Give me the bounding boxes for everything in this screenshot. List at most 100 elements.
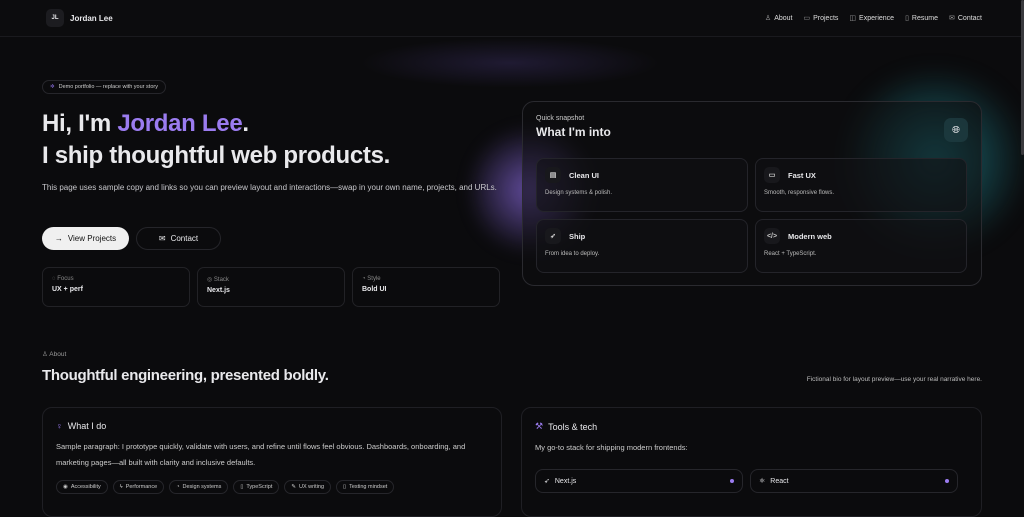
tool-label: Next.js [554,477,577,485]
view-projects-button[interactable]: → View Projects [42,227,129,250]
tag-ux-writing: ✎ UX writing [284,480,332,494]
status-dot [730,479,734,483]
tag-accessibility: ◉ Accessibility [56,480,108,494]
nav-experience[interactable]: ◫ Experience [849,14,894,22]
item-title: Ship [569,231,586,241]
nav-resume[interactable]: ▯ Resume [905,14,938,22]
contact-button[interactable]: ✉ Contact [136,227,221,250]
user-icon: ♙ [764,15,772,22]
tag-testing: ▯ Testing mindset [336,480,395,494]
card-title: Tools & tech [548,421,598,432]
flask-icon: ▯ [343,484,347,490]
snapshot-card: Quick snapshot What I'm into 🌐︎ ▤ Clean U… [522,101,982,286]
background-glow [360,38,660,88]
file-icon: ▯ [905,15,909,22]
snapshot-title: What I'm into [536,125,611,139]
card-text: My go-to stack for shipping modern front… [535,443,688,452]
lightbulb-icon: ♀ [56,421,63,431]
stat-style: ◔ Style Bold UI [352,267,500,307]
status-dot [945,479,949,483]
bolt-icon: ϟ [119,484,123,490]
card-title: What I do [67,421,107,431]
pill-text: Demo portfolio — replace with your story [58,84,158,90]
item-title: Modern web [788,231,832,241]
rocket-icon: ➶ [545,228,561,244]
eye-icon: ◉ [63,484,68,490]
about-heading: Thoughtful engineering, presented boldly… [42,367,329,384]
layers-icon: ◎ [207,277,214,283]
item-desc: Smooth, responsive flows. [764,190,835,196]
item-title: Fast UX [788,170,816,180]
hero-lead: This page uses sample copy and links so … [42,183,497,192]
card-text: Sample paragraph: I prototype quickly, v… [56,442,466,467]
greeting: Hi, I'm [42,110,118,137]
tag-performance: ϟ Performance [112,480,165,494]
stat-label: Style [367,276,381,282]
stat-label: Stack [213,277,229,283]
palette-icon: ◔ [176,484,180,490]
nav-projects[interactable]: ▭ Projects [803,14,838,22]
stat-value: Bold UI [362,286,387,293]
tag-label: Design systems [182,484,222,490]
code-icon: </> [764,228,780,244]
briefcase-icon: ◫ [849,15,857,22]
stat-value: Next.js [207,287,230,294]
nav-about[interactable]: ♙ About [765,14,793,22]
tag-label: Performance [125,484,158,490]
mail-icon: ✉ [949,15,955,22]
tool-label: React [770,477,789,485]
folder-icon: ▭ [803,15,811,22]
nav-label: Contact [957,15,982,22]
tool-nextjs: ➶ Next.js [535,469,743,493]
tool-react: ⚛ React [750,469,958,493]
nav-label: About [774,15,793,22]
arrow-right-icon: → [54,234,63,243]
top-nav: JL Jordan Lee ♙ About ▭ Projects ◫ Experien… [0,0,1024,37]
tag-label: TypeScript [246,484,273,490]
nav-label: Resume [911,15,938,22]
wrench-icon: ⚒ [535,421,544,431]
snapshot-subtitle: Quick snapshot [536,115,585,122]
nav-contact[interactable]: ✉ Contact [949,14,982,22]
tag-design-systems: ◔ Design systems [169,480,229,494]
file-code-icon: ▯ [240,484,244,490]
rocket-icon: ➶ [544,478,550,485]
tools-card: ⚒ Tools & tech My go-to stack for shippin… [521,407,982,517]
snapshot-item: ➶ Ship From idea to deploy. [536,219,748,273]
document-icon: ▤ [545,167,561,183]
about-bio: Fictional bio for layout preview—use you… [806,376,982,383]
what-i-do-card: ♀ What I do Sample paragraph: I prototype… [42,407,502,517]
item-desc: From idea to deploy. [545,251,600,257]
atom-icon: ⚛ [759,478,766,485]
pen-icon: ✎ [291,484,296,490]
section-label: ♙ About [42,350,66,358]
nav-label: Projects [813,15,839,22]
stat-value: UX + perf [52,286,83,293]
tag-label: Accessibility [70,484,101,490]
stat-focus: ◌ Focus UX + perf [42,267,190,307]
snapshot-item: ▭ Fast UX Smooth, responsive flows. [755,158,967,212]
mail-icon: ✉ [158,234,166,243]
section-label-text: About [49,351,67,358]
globe-icon[interactable]: 🌐︎ [944,118,968,142]
button-label: View Projects [67,234,117,243]
item-title: Clean UI [569,170,600,180]
hero-heading: Hi, I'm Jordan Lee. I ship thoughtful web… [42,108,390,172]
stat-stack: ◎ Stack Next.js [197,267,345,307]
item-desc: React + TypeScript. [764,251,817,257]
button-label: Contact [170,234,199,243]
period: . [242,110,249,137]
brand-name[interactable]: Jordan Lee [70,14,113,23]
item-desc: Design systems & polish. [545,190,613,196]
nav-label: Experience [859,15,895,22]
hero-name: Jordan Lee [117,110,243,137]
tag-typescript: ▯ TypeScript [233,480,280,494]
tagline: I ship thoughtful web products. [42,142,390,169]
tag-label: Testing mindset [349,484,388,490]
stat-label: Focus [57,276,74,282]
logo-badge[interactable]: JL [46,9,64,27]
snapshot-item: </> Modern web React + TypeScript. [755,219,967,273]
demo-pill: ✲ Demo portfolio — replace with your stor… [42,80,166,94]
browser-icon: ▭ [764,167,780,183]
sparkle-icon: ✲ [50,84,55,90]
